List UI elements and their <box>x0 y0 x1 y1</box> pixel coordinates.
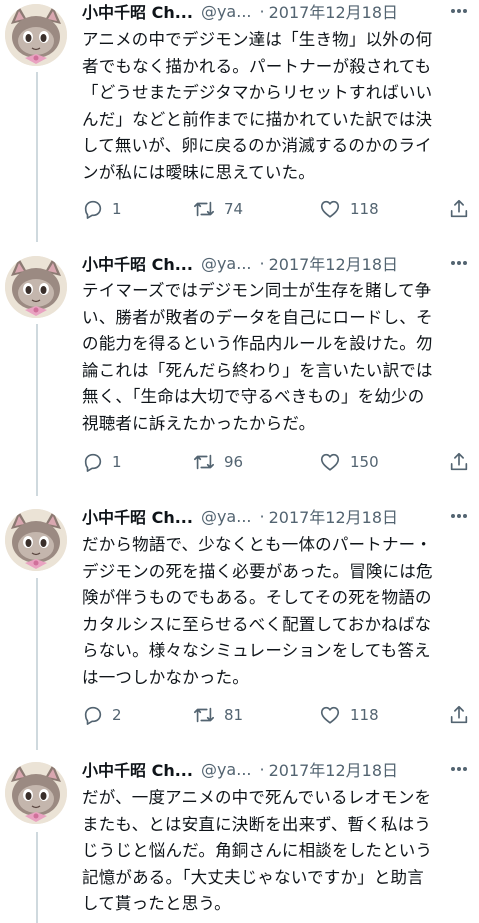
reply-count: 1 <box>112 453 122 471</box>
heart-icon <box>318 451 342 473</box>
share-icon <box>448 198 470 220</box>
share-button[interactable] <box>448 196 470 222</box>
tweet-text: アニメの中でデジモン達は「生き物」以外の何 者でもなく描かれる。パートナーが殺さ… <box>82 30 433 182</box>
reply-count: 1 <box>112 200 122 218</box>
share-button[interactable] <box>448 702 470 728</box>
tweet-text: だが、一度アニメの中で死んでいるレオモンを またも、とは安直に決断を出来ず、暫く… <box>82 788 433 913</box>
author-handle[interactable]: @ya... <box>201 254 252 273</box>
author-name[interactable]: 小中千昭 Ch... <box>82 757 193 781</box>
thread-line <box>36 324 38 496</box>
retweet-icon <box>192 198 216 220</box>
retweet-count: 81 <box>224 706 244 724</box>
retweet-button[interactable]: 81 <box>192 702 243 728</box>
avatar[interactable] <box>5 509 67 571</box>
thread-line <box>36 72 38 242</box>
author-name[interactable]: 小中千昭 Ch... <box>82 504 193 528</box>
retweet-icon <box>192 451 216 473</box>
separator-dot: · <box>259 506 265 526</box>
avatar[interactable] <box>5 4 67 66</box>
heart-icon <box>318 704 342 726</box>
like-button[interactable]: 118 <box>318 196 379 222</box>
retweet-count: 96 <box>224 453 244 471</box>
tweet-date[interactable]: 2017年12月18日 <box>269 251 398 275</box>
more-dots-icon[interactable] <box>447 758 471 780</box>
like-count: 118 <box>350 200 379 218</box>
more-dots-icon[interactable] <box>447 505 471 527</box>
avatar[interactable] <box>5 762 67 824</box>
author-name[interactable]: 小中千昭 Ch... <box>82 0 193 23</box>
share-icon <box>448 451 470 473</box>
tweet-actions: 2 81 118 <box>82 702 472 728</box>
tweet-date[interactable]: 2017年12月18日 <box>269 757 398 781</box>
author-name[interactable]: 小中千昭 Ch... <box>82 251 193 275</box>
share-icon <box>448 704 470 726</box>
reply-icon <box>82 451 104 473</box>
author-handle[interactable]: @ya... <box>201 760 252 779</box>
tweet-date[interactable]: 2017年12月18日 <box>269 504 398 528</box>
thread-line <box>36 832 38 923</box>
share-button[interactable] <box>448 449 470 475</box>
reply-button[interactable]: 2 <box>82 702 122 728</box>
like-count: 150 <box>350 453 379 471</box>
reply-button[interactable]: 1 <box>82 196 122 222</box>
more-dots-icon[interactable] <box>447 0 471 22</box>
retweet-icon <box>192 704 216 726</box>
tweet-date[interactable]: 2017年12月18日 <box>269 0 398 23</box>
like-count: 118 <box>350 706 379 724</box>
retweet-count: 74 <box>224 200 244 218</box>
like-button[interactable]: 150 <box>318 449 379 475</box>
reply-button[interactable]: 1 <box>82 449 122 475</box>
like-button[interactable]: 118 <box>318 702 379 728</box>
thread-line <box>36 578 38 750</box>
separator-dot: · <box>259 1 265 21</box>
tweet-text: テイマーズではデジモン同士が生存を賭して争 い、勝者が敗者のデータを自己にロード… <box>82 281 433 433</box>
reply-icon <box>82 704 104 726</box>
heart-icon <box>318 198 342 220</box>
separator-dot: · <box>259 759 265 779</box>
reply-count: 2 <box>112 706 122 724</box>
retweet-button[interactable]: 74 <box>192 196 243 222</box>
author-handle[interactable]: @ya... <box>201 507 252 526</box>
avatar[interactable] <box>5 256 67 318</box>
reply-icon <box>82 198 104 220</box>
tweet-actions: 1 96 150 <box>82 449 472 475</box>
author-handle[interactable]: @ya... <box>201 2 252 21</box>
more-dots-icon[interactable] <box>447 252 471 274</box>
tweet-actions: 1 74 118 <box>82 196 472 222</box>
separator-dot: · <box>259 253 265 273</box>
retweet-button[interactable]: 96 <box>192 449 243 475</box>
tweet-text: だから物語で、少なくとも一体のパートナー・ デジモンの死を描く必要があった。冒険… <box>82 535 433 687</box>
